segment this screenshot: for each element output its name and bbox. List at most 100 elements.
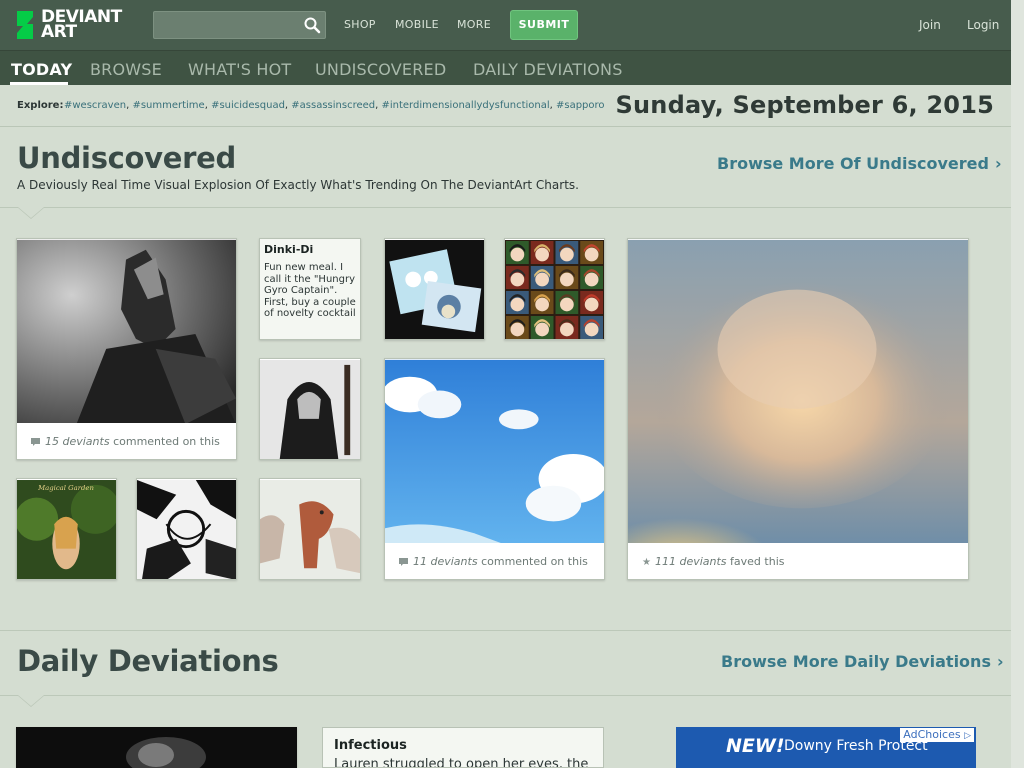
- browse-more-daily-label: Browse More Daily Deviations: [721, 652, 991, 671]
- search-input[interactable]: [153, 11, 326, 39]
- top-bar: DEVIANT ART SHOP MOBILE MORE SUBMIT Join…: [0, 0, 1024, 50]
- daily-deviation-thumb[interactable]: [16, 727, 297, 768]
- browse-more-undiscovered-label: Browse More Of Undiscovered: [717, 154, 989, 173]
- nav-mobile-link[interactable]: MOBILE: [395, 18, 439, 31]
- chibi-face: [560, 322, 574, 337]
- chibi-face: [584, 247, 599, 262]
- literature-excerpt: Fun new meal. I call it the "Hungry Gyro…: [264, 262, 356, 319]
- tab-whats-hot[interactable]: WHAT'S HOT: [188, 60, 291, 79]
- nav-shop-link[interactable]: SHOP: [344, 18, 376, 31]
- comment-icon: [31, 438, 40, 446]
- totoro-artwork: [385, 240, 484, 339]
- login-link[interactable]: Login: [967, 18, 999, 32]
- browse-more-undiscovered-link[interactable]: Browse More Of Undiscovered ›: [717, 154, 1002, 173]
- magical-garden-artwork: Magical Garden: [17, 480, 116, 579]
- hooded-figure-artwork: [260, 360, 360, 459]
- ink-comic-artwork: [137, 480, 236, 579]
- deviation-thumb-sky[interactable]: 11 deviants commented on this: [384, 358, 605, 580]
- deviation-thumb-ink-comic[interactable]: [136, 478, 237, 580]
- chibi-grid-artwork: [505, 240, 604, 339]
- comment-count[interactable]: 15 deviants: [45, 435, 110, 448]
- sky-artwork: [385, 359, 604, 545]
- section-divider: [0, 630, 1011, 631]
- chevron-right-icon: ›: [996, 652, 1004, 671]
- comment-count[interactable]: 11 deviants: [413, 555, 478, 568]
- logo-wordmark: DEVIANT ART: [41, 7, 122, 42]
- date-heading: Sunday, September 6, 2015: [615, 91, 994, 119]
- deviation-thumb-warrior[interactable]: 15 deviants commented on this: [16, 238, 237, 460]
- chibi-face: [560, 297, 574, 312]
- daily-literature-card[interactable]: Infectious Lauren struggled to open her …: [322, 727, 604, 768]
- chibi-face: [560, 272, 574, 287]
- deviantart-logo[interactable]: DEVIANT ART: [14, 9, 122, 41]
- literature-card[interactable]: Dinki-Di Fun new meal. I call it the "Hu…: [259, 238, 361, 340]
- undiscovered-title: Undiscovered: [17, 141, 236, 175]
- submit-button[interactable]: SUBMIT: [510, 10, 578, 40]
- explore-tag[interactable]: #sapporo: [556, 100, 605, 111]
- deviation-meta: ★ 111 deviants faved this: [628, 543, 968, 579]
- deviation-thumb-totoro[interactable]: [384, 238, 485, 340]
- chibi-face: [584, 322, 599, 337]
- chibi-face: [535, 322, 549, 337]
- advertisement-banner[interactable]: AdChoices ▷ NEW! Downy Fresh Protect: [676, 727, 976, 768]
- chibi-face: [510, 297, 525, 312]
- deviation-thumb-sunset-cloud[interactable]: ★ 111 deviants faved this: [627, 238, 969, 580]
- tab-browse[interactable]: BROWSE: [90, 60, 162, 79]
- nav-more-link[interactable]: MORE: [457, 18, 491, 31]
- sunset-cloud-artwork: [628, 239, 968, 545]
- explore-tags: #wescraven, #summertime, #suicidesquad, …: [64, 100, 605, 111]
- undiscovered-subtitle: A Deviously Real Time Visual Explosion O…: [17, 178, 579, 192]
- explore-tag[interactable]: #suicidesquad: [211, 100, 285, 111]
- chibi-face: [535, 297, 549, 312]
- ad-new-label: NEW!: [726, 735, 785, 757]
- literature-title: Dinki-Di: [264, 243, 314, 256]
- tab-today[interactable]: TODAY: [11, 60, 72, 79]
- section-tabs: TODAY BROWSE WHAT'S HOT UNDISCOVERED DAI…: [0, 50, 1024, 85]
- meta-suffix: faved this: [726, 555, 785, 568]
- deviation-thumb-ponies[interactable]: [259, 478, 361, 580]
- tab-undiscovered[interactable]: UNDISCOVERED: [315, 60, 446, 79]
- daily-literature-excerpt: Lauren struggled to open her eyes, the: [334, 757, 589, 768]
- explore-tag[interactable]: #wescraven: [64, 100, 126, 111]
- chibi-face: [535, 272, 549, 287]
- fave-count[interactable]: 111 deviants: [655, 555, 727, 568]
- ad-choices-icon: ▷: [964, 731, 971, 741]
- chibi-face: [510, 247, 525, 262]
- browse-more-daily-link[interactable]: Browse More Daily Deviations ›: [721, 652, 1004, 671]
- chibi-face: [584, 272, 599, 287]
- daily-deviation-artwork: [16, 727, 297, 768]
- deviation-thumb-chibi-grid[interactable]: [504, 238, 605, 340]
- divider-notch-inner: [18, 207, 44, 218]
- page-scrollbar[interactable]: [1011, 0, 1024, 768]
- explore-label: Explore:: [17, 100, 64, 111]
- chibi-face: [535, 247, 549, 262]
- explore-tag[interactable]: #interdimensionallydysfunctional: [381, 100, 549, 111]
- daily-literature-title: Infectious: [334, 738, 407, 753]
- ponies-artwork: [260, 480, 360, 579]
- chibi-face: [510, 272, 525, 287]
- garden-caption: Magical Garden: [37, 484, 94, 492]
- daily-deviations-title: Daily Deviations: [17, 644, 279, 678]
- search-icon[interactable]: [303, 16, 321, 34]
- warrior-artwork: [17, 239, 236, 425]
- section-divider: [0, 207, 1011, 208]
- comment-icon: [399, 558, 408, 566]
- chibi-face: [584, 297, 599, 312]
- deviation-meta: 11 deviants commented on this: [385, 543, 604, 579]
- divider-notch-inner: [18, 695, 44, 706]
- explore-tag[interactable]: #summertime: [132, 100, 204, 111]
- meta-suffix: commented on this: [477, 555, 588, 568]
- chevron-right-icon: ›: [994, 154, 1002, 173]
- deviation-thumb-magical-garden[interactable]: Magical Garden: [16, 478, 117, 580]
- explore-tag[interactable]: #assassinscreed: [291, 100, 375, 111]
- join-link[interactable]: Join: [919, 18, 941, 32]
- tab-daily-deviations[interactable]: DAILY DEVIATIONS: [473, 60, 623, 79]
- chibi-face: [560, 247, 574, 262]
- star-icon: ★: [642, 557, 651, 568]
- deviation-meta: 15 deviants commented on this: [17, 423, 236, 459]
- chibi-face: [510, 322, 525, 337]
- deviantart-logo-icon: [17, 11, 33, 39]
- meta-suffix: commented on this: [109, 435, 220, 448]
- section-divider: [0, 695, 1011, 696]
- deviation-thumb-hooded[interactable]: [259, 358, 361, 460]
